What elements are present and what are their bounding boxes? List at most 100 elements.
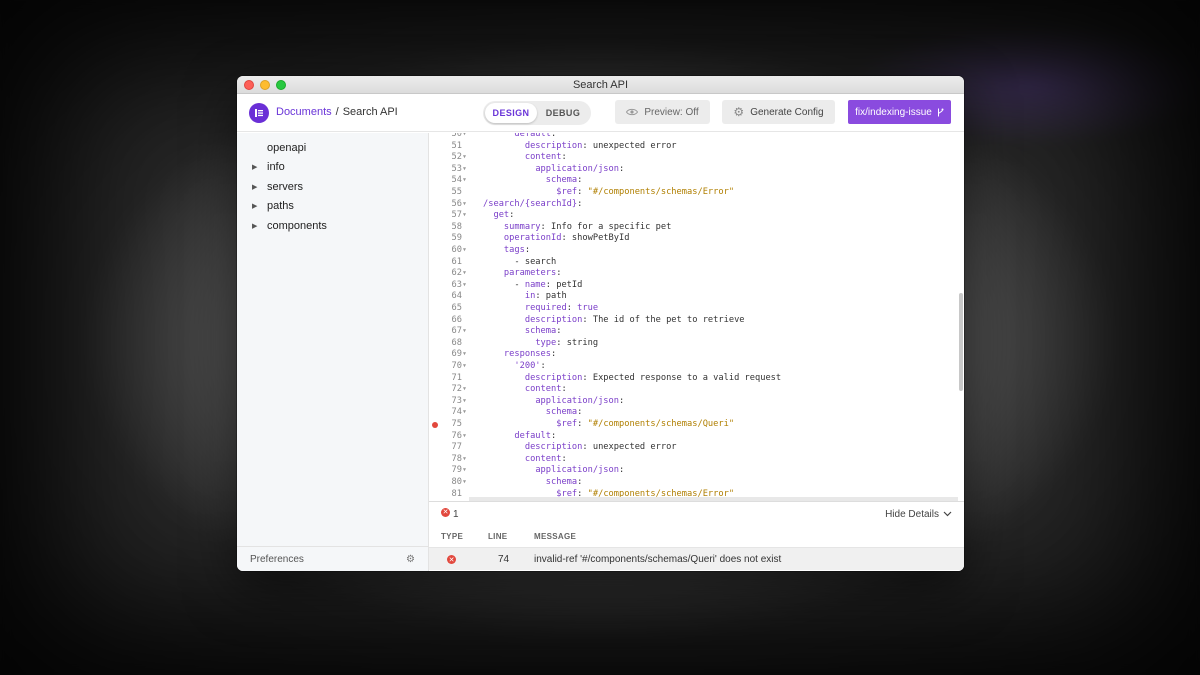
app-logo-icon[interactable] — [249, 103, 269, 123]
line-number: 61 — [451, 256, 462, 267]
code-token: application/json — [535, 465, 619, 476]
fold-caret-icon[interactable]: ▼ — [463, 175, 469, 187]
fold-caret-icon[interactable]: ▼ — [463, 133, 469, 141]
fold-caret-icon[interactable]: ▼ — [463, 454, 469, 466]
code-line[interactable]: 55 $ref: "#/components/schemas/Error" — [429, 187, 964, 199]
fold-caret-icon[interactable]: ▼ — [463, 210, 469, 222]
column-message: MESSAGE — [534, 532, 577, 541]
code-token: : — [619, 465, 625, 476]
code-line[interactable]: 53 ▼ application/json: — [429, 164, 964, 176]
debug-mode-tab[interactable]: DEBUG — [537, 103, 589, 123]
code-line[interactable]: 67 ▼ schema: — [429, 326, 964, 338]
tree-item-components[interactable]: ▶ components — [237, 216, 428, 236]
preferences-bar[interactable]: Preferences ⚙ — [237, 546, 428, 571]
code-line[interactable]: 66 description: The id of the pet to ret… — [429, 315, 964, 327]
code-line[interactable]: 63 ▼ - name: petId — [429, 280, 964, 292]
sidebar: openapi ▶ info ▶ servers ▶ paths ▶ compo… — [237, 133, 429, 571]
line-number: 58 — [451, 221, 462, 232]
branch-label: fix/indexing-issue — [855, 106, 932, 118]
code-text: application/json: — [483, 465, 624, 477]
code-line[interactable]: 52 ▼ content: — [429, 152, 964, 164]
mode-toggle: DESIGN DEBUG — [483, 101, 591, 125]
code-line[interactable]: 73 ▼ application/json: — [429, 396, 964, 408]
code-line[interactable]: 64 in: path — [429, 291, 964, 303]
line-number: 71 — [451, 372, 462, 383]
code-token: : — [540, 361, 546, 371]
preview-button[interactable]: Preview: Off — [615, 100, 710, 124]
code-line[interactable]: 51 description: unexpected error — [429, 141, 964, 153]
close-window-button[interactable] — [244, 80, 254, 90]
fold-caret-icon[interactable]: ▼ — [463, 199, 469, 211]
tree-item-paths[interactable]: ▶ paths — [237, 197, 428, 217]
fold-caret-icon[interactable]: ▼ — [463, 477, 469, 489]
code-line[interactable]: 60 ▼ tags: — [429, 245, 964, 257]
branch-button[interactable]: fix/indexing-issue — [848, 100, 951, 124]
code-line[interactable]: 80 ▼ schema: — [429, 477, 964, 489]
code-text: - search — [483, 257, 556, 269]
code-line[interactable]: 61 - search — [429, 257, 964, 269]
fold-caret-icon[interactable]: ▼ — [463, 407, 469, 419]
hide-details-toggle[interactable]: Hide Details — [885, 509, 952, 520]
code-line[interactable]: 79 ▼ application/json: — [429, 465, 964, 477]
line-number: 68 — [451, 337, 462, 348]
fold-caret-icon[interactable]: ▼ — [463, 152, 469, 164]
code-line[interactable]: 50 ▼ default: — [429, 133, 964, 141]
fold-caret-icon[interactable]: ▼ — [463, 268, 469, 280]
generate-config-button[interactable]: ⚙ Generate Config — [722, 100, 835, 124]
fold-caret-icon[interactable]: ▼ — [463, 164, 469, 176]
fold-caret-icon[interactable]: ▼ — [463, 396, 469, 408]
table-row[interactable]: ✕ 74 invalid-ref '#/components/schemas/Q… — [429, 548, 964, 570]
code-line[interactable]: 57 ▼ get: — [429, 210, 964, 222]
code-line[interactable]: 65 required: true — [429, 303, 964, 315]
code-line[interactable]: 54 ▼ schema: — [429, 175, 964, 187]
fold-caret-icon[interactable]: ▼ — [463, 245, 469, 257]
code-line[interactable]: 75 $ref: "#/components/schemas/Queri" — [429, 419, 964, 431]
code-line[interactable]: 77 description: unexpected error — [429, 442, 964, 454]
gear-icon: ⚙ — [733, 105, 745, 119]
minimize-window-button[interactable] — [260, 80, 270, 90]
code-line[interactable]: 69 ▼ responses: — [429, 349, 964, 361]
code-line[interactable]: 74 ▼ schema: — [429, 407, 964, 419]
chevron-down-icon — [943, 511, 952, 517]
code-text: summary: Info for a specific pet — [483, 222, 671, 234]
tree-root-openapi[interactable]: openapi — [237, 138, 428, 158]
fold-caret-icon[interactable]: ▼ — [463, 361, 469, 373]
breadcrumb-documents-link[interactable]: Documents — [276, 106, 332, 118]
fold-caret-icon[interactable]: ▼ — [463, 326, 469, 338]
code-token: : showPetById — [561, 233, 630, 244]
fold-caret-icon[interactable]: ▼ — [463, 465, 469, 477]
code-editor[interactable]: 81 $ref: "#/components/schemas/Error" 80 ▼… — [429, 133, 964, 501]
code-line[interactable]: 70 ▼ '200': — [429, 361, 964, 373]
code-line[interactable]: 78 ▼ content: — [429, 454, 964, 466]
code-line[interactable]: 68 type: string — [429, 338, 964, 350]
code-token: : — [577, 187, 588, 197]
code-line[interactable]: 76 ▼ default: — [429, 431, 964, 443]
fold-caret-icon[interactable]: ▼ — [463, 280, 469, 292]
fold-caret-icon[interactable]: ▼ — [463, 431, 469, 443]
tree-item-info[interactable]: ▶ info — [237, 158, 428, 178]
fold-caret-icon[interactable]: ▼ — [463, 384, 469, 396]
code-line[interactable]: 59 operationId: showPetById — [429, 233, 964, 245]
caret-right-icon[interactable]: ▶ — [252, 222, 267, 230]
fold-caret-icon[interactable]: ▼ — [463, 349, 469, 361]
tree-item-servers[interactable]: ▶ servers — [237, 177, 428, 197]
caret-right-icon[interactable]: ▶ — [252, 183, 267, 191]
code-token: name — [524, 279, 546, 290]
gear-icon[interactable]: ⚙ — [406, 554, 415, 565]
code-line[interactable]: 71 description: Expected response to a v… — [429, 373, 964, 385]
caret-right-icon[interactable]: ▶ — [252, 163, 267, 171]
code-line[interactable]: 56 ▼ /search/{searchId}: — [429, 199, 964, 211]
code-line[interactable]: 62 ▼ parameters: — [429, 268, 964, 280]
editor-scrollbar[interactable] — [959, 293, 963, 391]
code-token: schema — [545, 477, 578, 487]
design-mode-tab[interactable]: DESIGN — [485, 103, 537, 123]
code-line[interactable]: 58 summary: Info for a specific pet — [429, 222, 964, 234]
maximize-window-button[interactable] — [276, 80, 286, 90]
caret-right-icon[interactable]: ▶ — [252, 202, 267, 210]
code-line[interactable]: 72 ▼ content: — [429, 384, 964, 396]
error-marker-icon[interactable] — [432, 422, 438, 428]
